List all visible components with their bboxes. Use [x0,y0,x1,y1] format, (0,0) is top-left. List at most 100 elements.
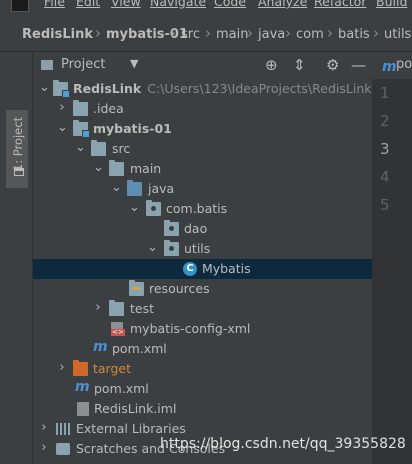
tree-item-resources[interactable]: resources [33,279,372,299]
tree-item-label: java [148,181,175,196]
breadcrumb-separator-icon: › [205,24,211,42]
line-number: 1 [380,84,390,102]
chevron-down-icon[interactable]: ⌄ [39,80,50,95]
tree-item-label: .idea [93,101,124,116]
gear-icon[interactable]: ⚙ [326,56,339,74]
chevron-right-icon[interactable]: › [39,440,49,455]
maven-icon: m [382,59,397,75]
package-icon [164,240,179,256]
tree-item-label: utils [184,241,211,256]
menu-bar: File Edit View Navigate Code Analyze Ref… [0,0,412,19]
module-folder-icon [53,80,70,98]
libraries-icon [56,423,70,435]
menu-build[interactable]: Build [376,0,407,9]
project-tree: ⌄ RedisLink C:\Users\123\IdeaProjects\Red… [33,79,372,464]
hide-icon[interactable]: — [351,56,366,74]
breadcrumb-item-project[interactable]: RedisLink [22,27,93,42]
class-icon: C [183,262,197,276]
breadcrumb: RedisLink › mybatis-01 › src › main › ja… [0,19,412,52]
editor-tab-pom[interactable]: pom.xml [396,57,412,72]
menu-view[interactable]: View [111,0,141,9]
menu-file[interactable]: File [44,0,65,9]
tree-item-idea[interactable]: › .idea [33,99,372,119]
menu-analyze[interactable]: Analyze [258,0,307,9]
breadcrumb-item-java[interactable]: java [258,27,285,42]
chevron-down-icon[interactable]: ⌄ [93,160,104,175]
maven-icon: m [75,379,90,395]
package-icon [146,200,161,216]
tree-item-label: RedisLink C:\Users\123\IdeaProjects\Redis… [73,81,372,96]
project-view-icon [41,60,53,70]
tree-item-root-pom[interactable]: m pom.xml [33,379,372,399]
tree-item-com-batis[interactable]: ⌄ com.batis [33,199,372,219]
tree-item-label: pom.xml [112,341,167,356]
project-panel-header: Project ▼ ⊕ ⇕ ⚙ — [33,52,372,80]
line-number: 5 [380,196,390,214]
tree-item-mybatis-config[interactable]: mybatis-config-xml [33,319,372,339]
folder-icon [109,300,124,316]
folder-tab-icon [14,168,24,176]
tree-item-src[interactable]: ⌄ src [33,139,372,159]
tree-item-iml[interactable]: RedisLink.iml [33,399,372,419]
iml-file-icon [77,402,89,416]
watermark-text: https://blog.csdn.net/qq_39355828 [160,436,406,452]
breadcrumb-separator-icon: › [373,24,379,42]
chevron-right-icon[interactable]: › [57,360,67,375]
tree-item-label: test [130,301,155,316]
chevron-right-icon[interactable]: › [93,300,103,315]
tree-item-label: Mybatis [202,261,251,276]
menu-code[interactable]: Code [214,0,246,9]
project-tool-tab-label: 1: Project [11,116,25,172]
chevron-down-icon[interactable]: ⌄ [147,240,158,255]
app-logo-icon [11,0,29,12]
module-folder-icon [73,120,90,138]
chevron-down-icon[interactable]: ⌄ [111,180,122,195]
breadcrumb-item-src[interactable]: src [181,27,200,42]
folder-icon [73,100,88,116]
breadcrumb-separator-icon: › [170,24,176,42]
tree-item-main[interactable]: ⌄ main [33,159,372,179]
tree-item-label: RedisLink.iml [94,401,177,416]
breadcrumb-item-main[interactable]: main [216,27,248,42]
chevron-down-icon[interactable]: ⌄ [75,140,86,155]
breadcrumb-separator-icon: › [95,24,101,42]
locate-icon[interactable]: ⊕ [265,56,278,74]
tree-item-label: External Libraries [76,421,186,436]
collapse-all-icon[interactable]: ⇕ [293,56,306,74]
chevron-down-icon[interactable]: ⌄ [57,120,68,135]
project-view-selector[interactable]: Project [61,57,105,72]
breadcrumb-item-utils[interactable]: utils [384,27,411,42]
tree-item-label: com.batis [166,201,228,216]
maven-icon: m [93,339,108,355]
tree-item-test[interactable]: › test [33,299,372,319]
tree-item-label: dao [184,221,208,236]
tree-item-target[interactable]: › target [33,359,372,379]
tree-item-label: mybatis-01 [93,121,172,136]
chevron-down-icon[interactable]: ⌄ [129,200,140,215]
package-icon [164,220,179,236]
folder-icon [109,160,124,176]
excluded-folder-icon [73,360,88,376]
tree-item-label: pom.xml [94,381,149,396]
resources-folder-icon [129,280,144,296]
chevron-right-icon[interactable]: › [57,100,67,115]
tree-item-module-pom[interactable]: m pom.xml [33,339,372,359]
breadcrumb-separator-icon: › [285,24,291,42]
tree-item-dao[interactable]: dao [33,219,372,239]
tree-item-redislink[interactable]: ⌄ RedisLink C:\Users\123\IdeaProjects\Red… [33,79,372,99]
tree-item-java[interactable]: ⌄ java [33,179,372,199]
tree-item-mybatis-class[interactable]: C Mybatis [33,259,372,279]
line-number: 4 [380,168,390,186]
menu-navigate[interactable]: Navigate [150,0,206,9]
breadcrumb-item-com[interactable]: com [296,27,324,42]
tree-item-utils[interactable]: ⌄ utils [33,239,372,259]
menu-refactor[interactable]: Refactor [314,0,366,9]
tree-item-mybatis-01[interactable]: ⌄ mybatis-01 [33,119,372,139]
xml-file-icon [111,322,125,336]
chevron-right-icon[interactable]: › [39,420,49,435]
menu-edit[interactable]: Edit [76,0,100,9]
folder-icon [91,140,106,156]
breadcrumb-separator-icon: › [247,24,253,42]
breadcrumb-item-batis[interactable]: batis [338,27,370,42]
chevron-down-icon[interactable]: ▼ [130,57,138,70]
